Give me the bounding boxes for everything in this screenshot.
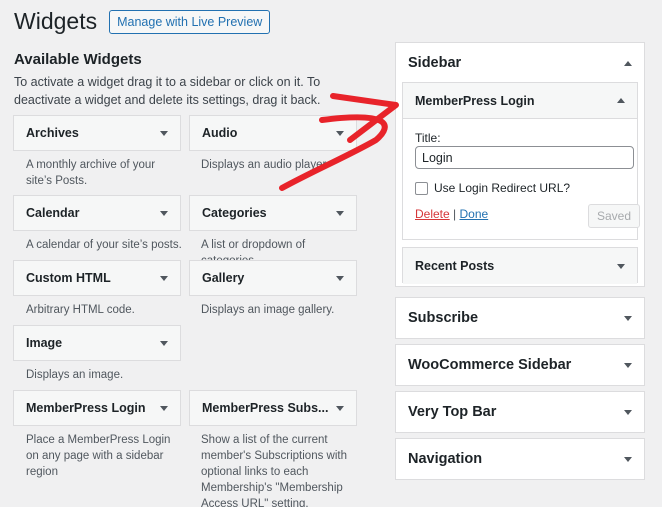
annotation-arrow-icon: [279, 93, 399, 191]
